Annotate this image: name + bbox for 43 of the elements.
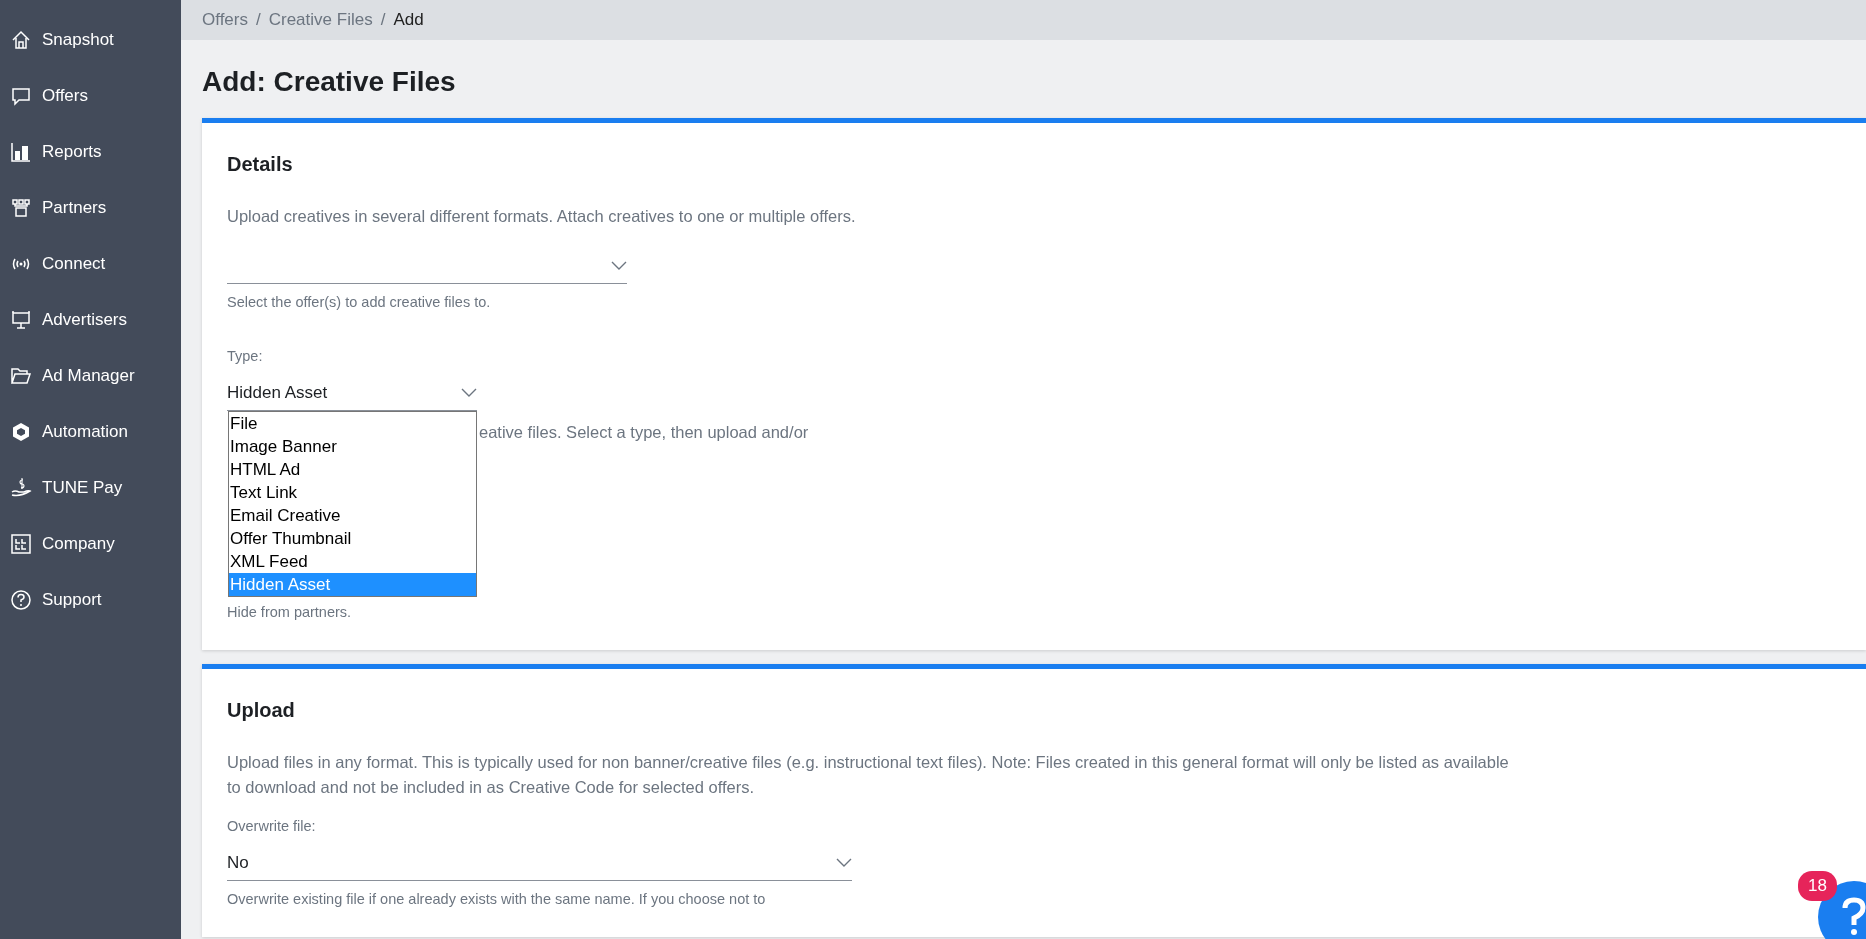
sidebar-item[interactable]: TUNE Pay: [0, 460, 181, 516]
sidebar-item[interactable]: Offers: [0, 68, 181, 124]
sidebar-item[interactable]: Support: [0, 572, 181, 628]
building-grid-icon: [10, 533, 32, 555]
sidebar-item[interactable]: Reports: [0, 124, 181, 180]
field-label: Type:: [227, 348, 264, 364]
chevron-down-icon: [461, 388, 477, 398]
sidebar-item[interactable]: Ad Manager: [0, 348, 181, 404]
hand-dollar-icon: [10, 477, 32, 499]
chevron-down-icon: [836, 858, 852, 868]
help-text: eative files. Select a type, then upload and/or: [479, 423, 810, 442]
folder-icon: [10, 365, 32, 387]
notification-badge: 18: [1798, 871, 1837, 901]
sidebar-item[interactable]: Partners: [0, 180, 181, 236]
question-mark-icon: [1841, 897, 1866, 937]
chevron-down-icon: [611, 261, 627, 271]
page-title: Add: Creative Files: [202, 66, 457, 98]
sidebar-item[interactable]: Automation: [0, 404, 181, 460]
breadcrumb-link[interactable]: Creative Files: [268, 10, 373, 30]
breadcrumb-separator: /: [256, 10, 261, 30]
help-icon: [10, 589, 32, 611]
org-chart-icon: [10, 197, 32, 219]
sidebar-item[interactable]: Advertisers: [0, 292, 181, 348]
speech-bubble-icon: [10, 85, 32, 107]
breadcrumb-separator: /: [380, 10, 386, 30]
sidebar-item[interactable]: Company: [0, 516, 181, 572]
breadcrumb-link[interactable]: Offers: [202, 10, 248, 30]
billboard-icon: [10, 309, 32, 331]
help-text: Select the offer(s) to add creative files to.: [227, 294, 492, 310]
overwrite-select[interactable]: No: [227, 846, 852, 881]
house-icon: [10, 29, 32, 51]
help-text: Hide from partners.: [227, 604, 353, 620]
section-description: Upload files in any format. This is typically used for non banner/creative files (e.g. instructional text files). Note: Files created in this general format will only be listed as available to download and not be included in as Creative Code for selected offers.: [227, 752, 1510, 798]
breadcrumb-link[interactable]: Add: [393, 10, 424, 30]
sidebar-item[interactable]: Connect: [0, 236, 181, 292]
bar-chart-icon: [10, 141, 32, 163]
section-heading: Details: [227, 153, 294, 176]
field-label: Overwrite file:: [227, 818, 317, 834]
section-description: Upload creatives in several different formats. Attach creatives to one or multiple offers.: [227, 206, 857, 227]
section-heading: Upload: [227, 699, 296, 722]
hexagon-icon: [10, 421, 32, 443]
help-text: Overwrite existing file if one already exists with the same name. If you choose not to: [227, 891, 767, 907]
sidebar-item[interactable]: Snapshot: [0, 12, 181, 68]
